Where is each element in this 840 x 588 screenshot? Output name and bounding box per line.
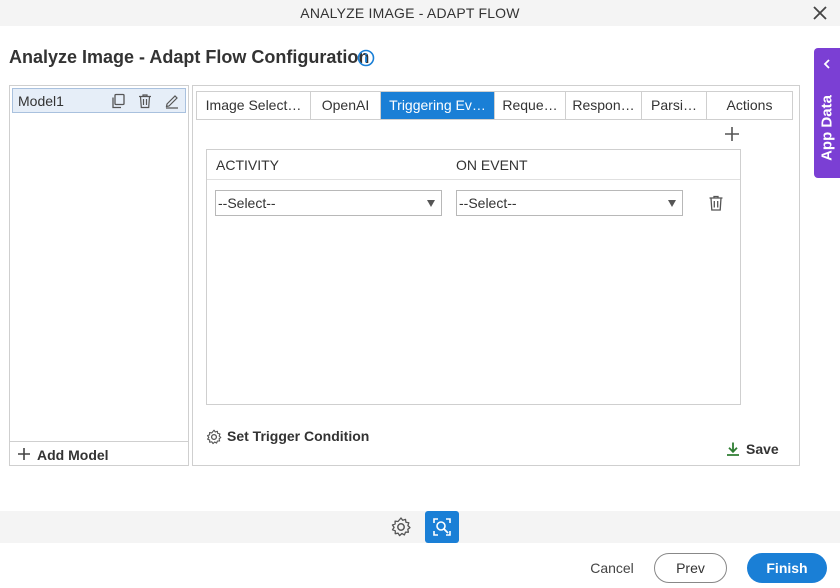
tab-image-selection[interactable]: Image Select…	[197, 92, 311, 119]
settings-icon[interactable]	[390, 516, 412, 538]
on-event-select[interactable]: --Select--	[456, 190, 683, 216]
activity-select-value: --Select--	[218, 195, 276, 211]
save-button[interactable]: Save	[725, 440, 785, 460]
set-trigger-condition-label: Set Trigger Condition	[227, 428, 370, 444]
chevron-left-icon	[823, 59, 830, 69]
copy-icon[interactable]	[110, 93, 126, 109]
on-event-select-value: --Select--	[459, 195, 517, 211]
delete-row-icon[interactable]	[707, 194, 725, 212]
page-title: Analyze Image - Adapt Flow Configuration	[9, 47, 370, 67]
add-model-label: Add Model	[37, 447, 109, 463]
app-data-label-wrap: App Data	[814, 78, 840, 178]
tab-openai[interactable]: OpenAI	[311, 92, 381, 119]
dropdown-arrow-icon	[668, 200, 676, 207]
tab-bar: Image Select… OpenAI Triggering Ev… Requ…	[196, 91, 793, 120]
model-name: Model1	[18, 93, 64, 109]
models-panel: Model1 Add Model	[9, 85, 189, 466]
inspect-button[interactable]	[425, 511, 459, 543]
column-header-on-event: ON EVENT	[456, 157, 528, 173]
info-icon[interactable]	[357, 49, 375, 67]
tab-response[interactable]: Respon…	[566, 92, 642, 119]
prev-button[interactable]: Prev	[654, 553, 727, 583]
triggering-events-grid: ACTIVITY ON EVENT --Select-- --Select--	[206, 149, 741, 405]
config-panel: Image Select… OpenAI Triggering Ev… Requ…	[192, 85, 800, 466]
edit-icon[interactable]	[164, 93, 180, 109]
tab-triggering-events[interactable]: Triggering Ev…	[381, 92, 495, 119]
window-title: ANALYZE IMAGE - ADAPT FLOW	[300, 5, 520, 21]
app-data-label: App Data	[818, 95, 836, 161]
bottom-toolbar	[0, 511, 840, 543]
activity-select[interactable]: --Select--	[215, 190, 442, 216]
document-search-icon	[433, 518, 451, 536]
download-icon	[727, 442, 739, 456]
grid-header: ACTIVITY ON EVENT	[207, 150, 740, 180]
app-data-tab[interactable]: App Data	[814, 48, 840, 178]
add-model-button[interactable]: Add Model	[10, 441, 188, 465]
tab-parsing[interactable]: Parsi…	[642, 92, 707, 119]
gear-icon	[206, 429, 222, 445]
cancel-button[interactable]: Cancel	[584, 557, 640, 579]
tab-actions[interactable]: Actions	[707, 92, 792, 119]
close-icon[interactable]	[810, 3, 830, 23]
add-row-icon[interactable]	[724, 126, 740, 142]
dropdown-arrow-icon	[427, 200, 435, 207]
delete-icon[interactable]	[137, 93, 153, 109]
model-item[interactable]: Model1	[12, 88, 186, 113]
plus-icon	[18, 448, 30, 460]
column-header-activity: ACTIVITY	[216, 157, 280, 173]
window-titlebar: ANALYZE IMAGE - ADAPT FLOW	[0, 0, 840, 26]
save-label: Save	[746, 441, 779, 457]
tab-request[interactable]: Reque…	[495, 92, 566, 119]
finish-button[interactable]: Finish	[747, 553, 827, 583]
